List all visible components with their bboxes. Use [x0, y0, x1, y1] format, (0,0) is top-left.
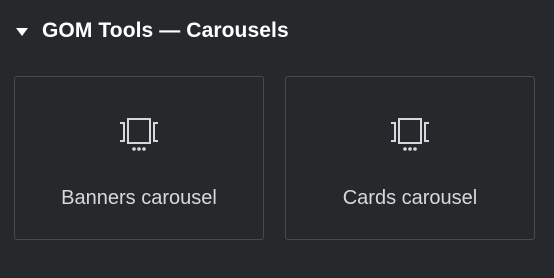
widget-card-banners-carousel[interactable]: Banners carousel: [14, 76, 264, 240]
widget-panel: GOM Tools — Carousels Banners carousel C…: [0, 0, 554, 278]
carousel-icon: [391, 118, 429, 151]
caret-down-icon[interactable]: [16, 27, 28, 36]
widget-card-cards-carousel[interactable]: Cards carousel: [285, 76, 535, 240]
section-header-toggle[interactable]: GOM Tools — Carousels: [16, 17, 289, 45]
widget-card-label: Cards carousel: [342, 187, 478, 209]
widget-card-label: Banners carousel: [61, 187, 217, 209]
carousel-icon: [120, 118, 158, 151]
section-title: GOM Tools — Carousels: [42, 19, 289, 42]
